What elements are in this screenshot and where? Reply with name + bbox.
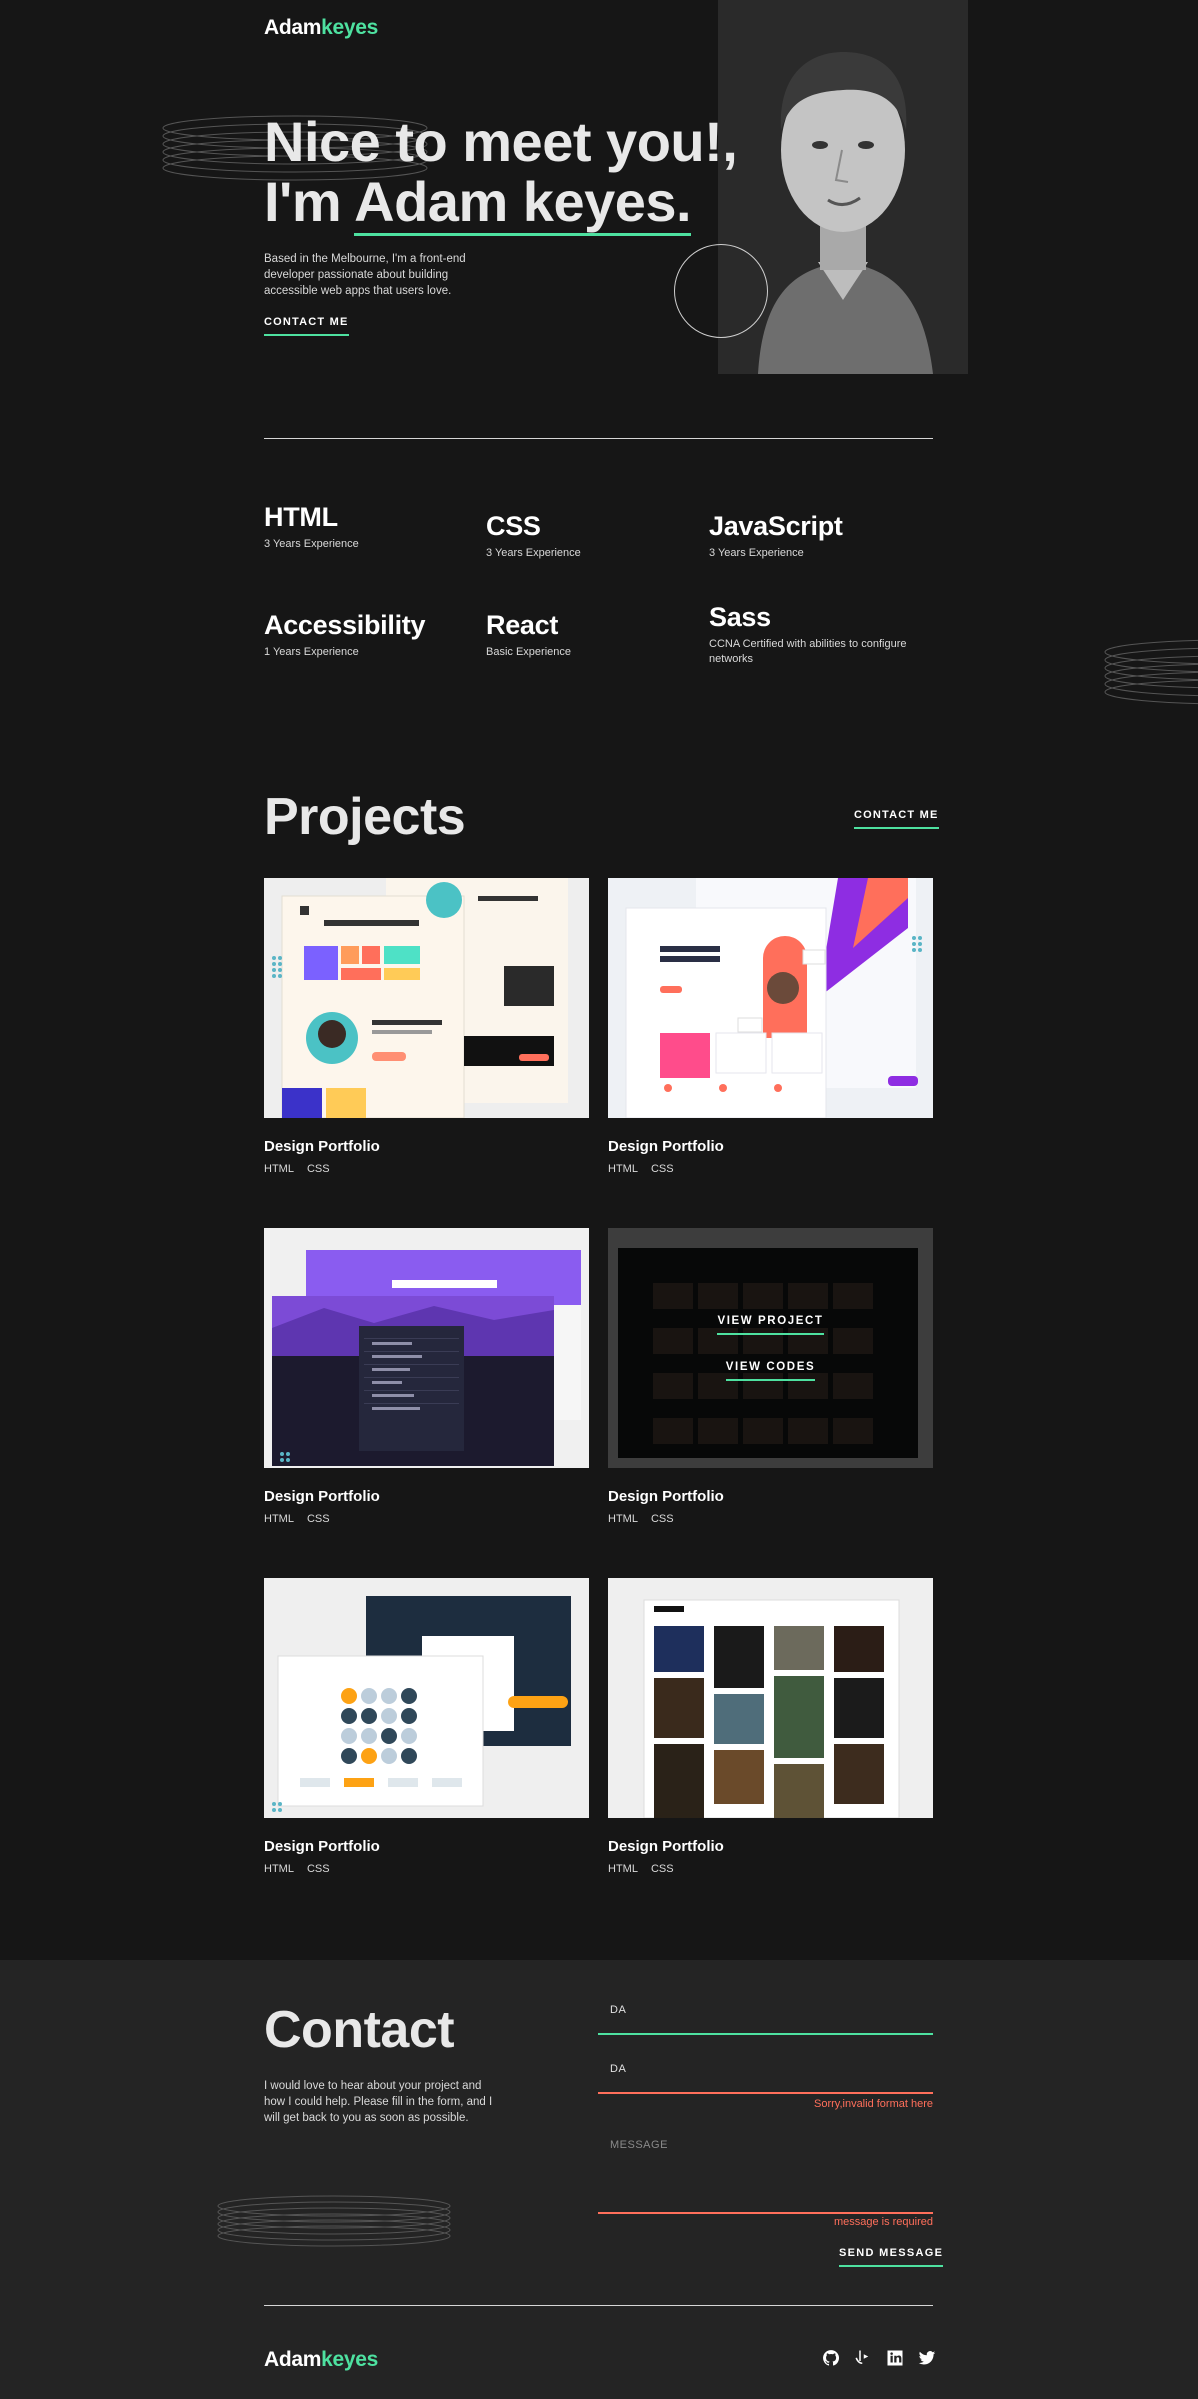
project-thumbnail[interactable]: VIEW PROJECT VIEW CODES: [608, 1228, 933, 1468]
message-field[interactable]: MESSAGE: [598, 2139, 933, 2214]
skill-sass: Sass CCNA Certified with abilities to co…: [709, 602, 939, 667]
project-tags: HTML CSS: [264, 1863, 589, 1875]
message-placeholder: MESSAGE: [610, 2139, 668, 2151]
footer-logo-second: keyes: [321, 2348, 379, 2371]
skill-html: HTML 3 Years Experience: [264, 502, 359, 552]
name-field[interactable]: DA: [598, 2004, 933, 2035]
footer-social-links: [822, 2349, 936, 2367]
hero-title: Nice to meet you!, I'm Adam keyes.: [264, 110, 738, 236]
hero-title-line2: I'm Adam keyes.: [264, 170, 737, 236]
decorative-rings: [214, 2190, 454, 2254]
project-tags: HTML CSS: [608, 1863, 933, 1875]
project-card[interactable]: Design Portfolio HTML CSS: [264, 878, 589, 1175]
hero-title-prefix: I'm: [264, 170, 355, 233]
footer-logo[interactable]: Adamkeyes: [264, 2348, 378, 2372]
skill-name: CSS: [486, 511, 541, 541]
project-tag: HTML: [264, 1863, 294, 1875]
email-field[interactable]: DA: [598, 2063, 933, 2094]
project-tag: CSS: [650, 1863, 674, 1875]
project-tags: HTML CSS: [608, 1513, 933, 1525]
project-thumbnail[interactable]: [608, 878, 933, 1118]
logo-second: keyes: [321, 16, 379, 39]
project-tag: HTML: [608, 1513, 638, 1525]
email-field-underline: [598, 2092, 933, 2094]
project-tag: CSS: [306, 1863, 330, 1875]
project-card[interactable]: Design Portfolio HTML CSS: [608, 1578, 933, 1875]
github-icon[interactable]: [822, 2349, 840, 2367]
project-tags: HTML CSS: [264, 1163, 589, 1175]
name-field-underline: [598, 2033, 933, 2035]
hero-contact-button[interactable]: CONTACT ME: [264, 316, 349, 336]
project-tags: HTML CSS: [264, 1513, 589, 1525]
project-thumbnail[interactable]: [264, 1228, 589, 1468]
footer-divider: [264, 2305, 933, 2306]
project-card[interactable]: Design Portfolio HTML CSS: [264, 1228, 589, 1525]
project-card[interactable]: VIEW PROJECT VIEW CODES Design Portfolio…: [608, 1228, 933, 1525]
footer-logo-first: Adam: [264, 2348, 322, 2371]
project-card[interactable]: Design Portfolio HTML CSS: [264, 1578, 589, 1875]
project-tag: HTML: [264, 1163, 294, 1175]
skill-detail: CCNA Certified with abilities to configu…: [709, 638, 907, 665]
contact-description: I would love to hear about your project …: [264, 2080, 493, 2124]
skill-name: Accessibility: [264, 610, 426, 640]
project-tag: CSS: [306, 1163, 330, 1175]
skill-name: HTML: [264, 502, 338, 532]
twitter-icon[interactable]: [918, 2349, 936, 2367]
project-title: Design Portfolio: [608, 1138, 724, 1155]
project-thumbnail[interactable]: [608, 1578, 933, 1818]
skill-name: Sass: [709, 602, 771, 632]
email-error: Sorry,invalid format here: [813, 2098, 933, 2110]
hero-title-line1: Nice to meet you!,: [264, 110, 738, 173]
project-thumbnail[interactable]: [264, 1578, 589, 1818]
logo[interactable]: Adamkeyes: [264, 16, 378, 40]
project-tag: HTML: [264, 1513, 294, 1525]
decorative-circle: [674, 244, 768, 338]
skill-detail: 3 Years Experience: [264, 538, 359, 550]
divider: [264, 438, 933, 439]
skill-detail: 3 Years Experience: [486, 547, 581, 559]
view-codes-link[interactable]: VIEW CODES: [725, 1361, 816, 1381]
message-field-underline: [598, 2212, 933, 2214]
project-tag: CSS: [306, 1513, 330, 1525]
frontend-mentor-icon[interactable]: [854, 2349, 872, 2367]
logo-first: Adam: [264, 16, 322, 39]
skill-name: JavaScript: [709, 511, 843, 541]
skill-react: React Basic Experience: [486, 610, 571, 660]
decorative-rings: [1100, 630, 1198, 710]
project-tag: HTML: [608, 1863, 638, 1875]
project-tag: CSS: [650, 1513, 674, 1525]
linkedin-icon[interactable]: [886, 2349, 904, 2367]
skill-javascript: JavaScript 3 Years Experience: [709, 511, 843, 561]
projects-contact-button[interactable]: CONTACT ME: [854, 809, 939, 829]
project-title: Design Portfolio: [608, 1838, 724, 1855]
send-message-button[interactable]: SEND MESSAGE: [839, 2247, 944, 2267]
skill-accessibility: Accessibility 1 Years Experience: [264, 610, 425, 660]
contact-title: Contact: [264, 2001, 455, 2059]
project-title: Design Portfolio: [264, 1488, 380, 1505]
message-error: message is required: [833, 2216, 933, 2228]
project-tag: CSS: [650, 1163, 674, 1175]
project-thumbnail[interactable]: [264, 878, 589, 1118]
email-field-value: DA: [610, 2063, 627, 2075]
project-overlay: VIEW PROJECT VIEW CODES: [608, 1228, 933, 1468]
project-tag: HTML: [608, 1163, 638, 1175]
skill-detail: Basic Experience: [486, 646, 571, 658]
skill-detail: 1 Years Experience: [264, 646, 359, 658]
project-title: Design Portfolio: [264, 1838, 380, 1855]
skill-detail: 3 Years Experience: [709, 547, 804, 559]
skill-css: CSS 3 Years Experience: [486, 511, 581, 561]
view-project-link[interactable]: VIEW PROJECT: [717, 1315, 824, 1335]
hero-description: Based in the Melbourne, I'm a front-end …: [264, 253, 466, 297]
project-title: Design Portfolio: [608, 1488, 724, 1505]
hero-title-name: Adam keyes.: [354, 170, 692, 236]
project-title: Design Portfolio: [264, 1138, 380, 1155]
project-card[interactable]: Design Portfolio HTML CSS: [608, 878, 933, 1175]
projects-title: Projects: [264, 788, 466, 846]
project-tags: HTML CSS: [608, 1163, 933, 1175]
name-field-value: DA: [610, 2004, 627, 2016]
skill-name: React: [486, 610, 559, 640]
